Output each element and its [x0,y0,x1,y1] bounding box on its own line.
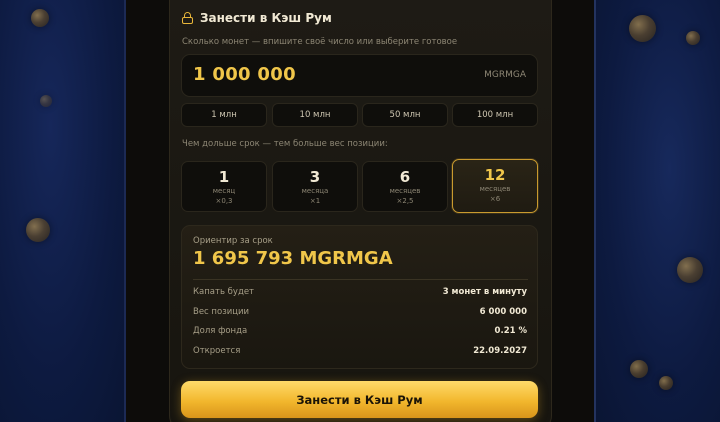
estimate-label: Ориентир за срок [193,236,273,246]
term-multiplier: ×0,3 [215,197,233,205]
estimate-value: 1 695 793 MGRMGA [193,248,393,269]
preset-100m-button[interactable]: 100 млн [452,103,538,127]
term-option-6[interactable]: 6 месяцев ×2,5 [362,161,448,212]
background-left [0,0,126,422]
unlock-date-label: Откроется [193,346,241,356]
term-number: 6 [399,168,411,186]
preset-50m-button[interactable]: 50 млн [362,103,448,127]
term-option-12-selected[interactable]: 12 месяцев ×6 [452,159,538,213]
term-multiplier: ×6 [489,195,501,203]
floating-coin [686,31,700,45]
term-unit: месяцев [479,185,511,193]
amount-input[interactable]: 1 000 000 MGRMGA [181,54,538,97]
position-weight-value: 6 000 000 [479,307,527,317]
drip-rate-label: Капать будет [193,287,255,297]
card-header: Занести в Кэш Рум [182,9,332,27]
background-right [594,0,720,422]
term-multiplier: ×1 [309,197,321,205]
amount-unit: MGRMGA [484,70,526,80]
term-unit: месяц [212,187,236,195]
lock-icon [182,12,193,24]
floating-coin [677,257,703,283]
unlock-date-value: 22.09.2027 [473,346,527,356]
position-weight-label: Вес позиции [193,307,250,317]
preset-10m-button[interactable]: 10 млн [272,103,358,127]
term-unit: месяцев [389,187,421,195]
floating-coin [26,218,50,242]
floating-coin [630,360,648,378]
floating-coin [629,15,656,42]
preset-1m-button[interactable]: 1 млн [181,103,267,127]
frame-edge-right [594,0,596,422]
term-unit: месяца [301,187,329,195]
term-multiplier: ×2,5 [396,197,414,205]
term-number: 1 [218,168,230,186]
fund-share-label: Доля фонда [193,326,248,336]
term-option-3[interactable]: 3 месяца ×1 [272,161,358,212]
term-hint: Чем дольше срок — тем больше вес позиции… [182,139,388,149]
fund-share-value: 0.21 % [494,326,527,336]
term-number: 3 [309,168,321,186]
deposit-button[interactable]: Занести в Кэш Рум [181,381,538,418]
floating-coin [40,95,52,107]
floating-coin [659,376,673,390]
drip-rate-value: 3 монет в минуту [442,287,527,297]
term-option-1[interactable]: 1 месяц ×0,3 [181,161,267,212]
card-title: Занести в Кэш Рум [200,11,332,25]
amount-value[interactable]: 1 000 000 [193,64,296,85]
summary-divider [193,279,528,280]
term-number: 12 [484,166,506,184]
amount-hint: Сколько монет — впишите своё число или в… [182,37,458,47]
floating-coin [31,9,49,27]
